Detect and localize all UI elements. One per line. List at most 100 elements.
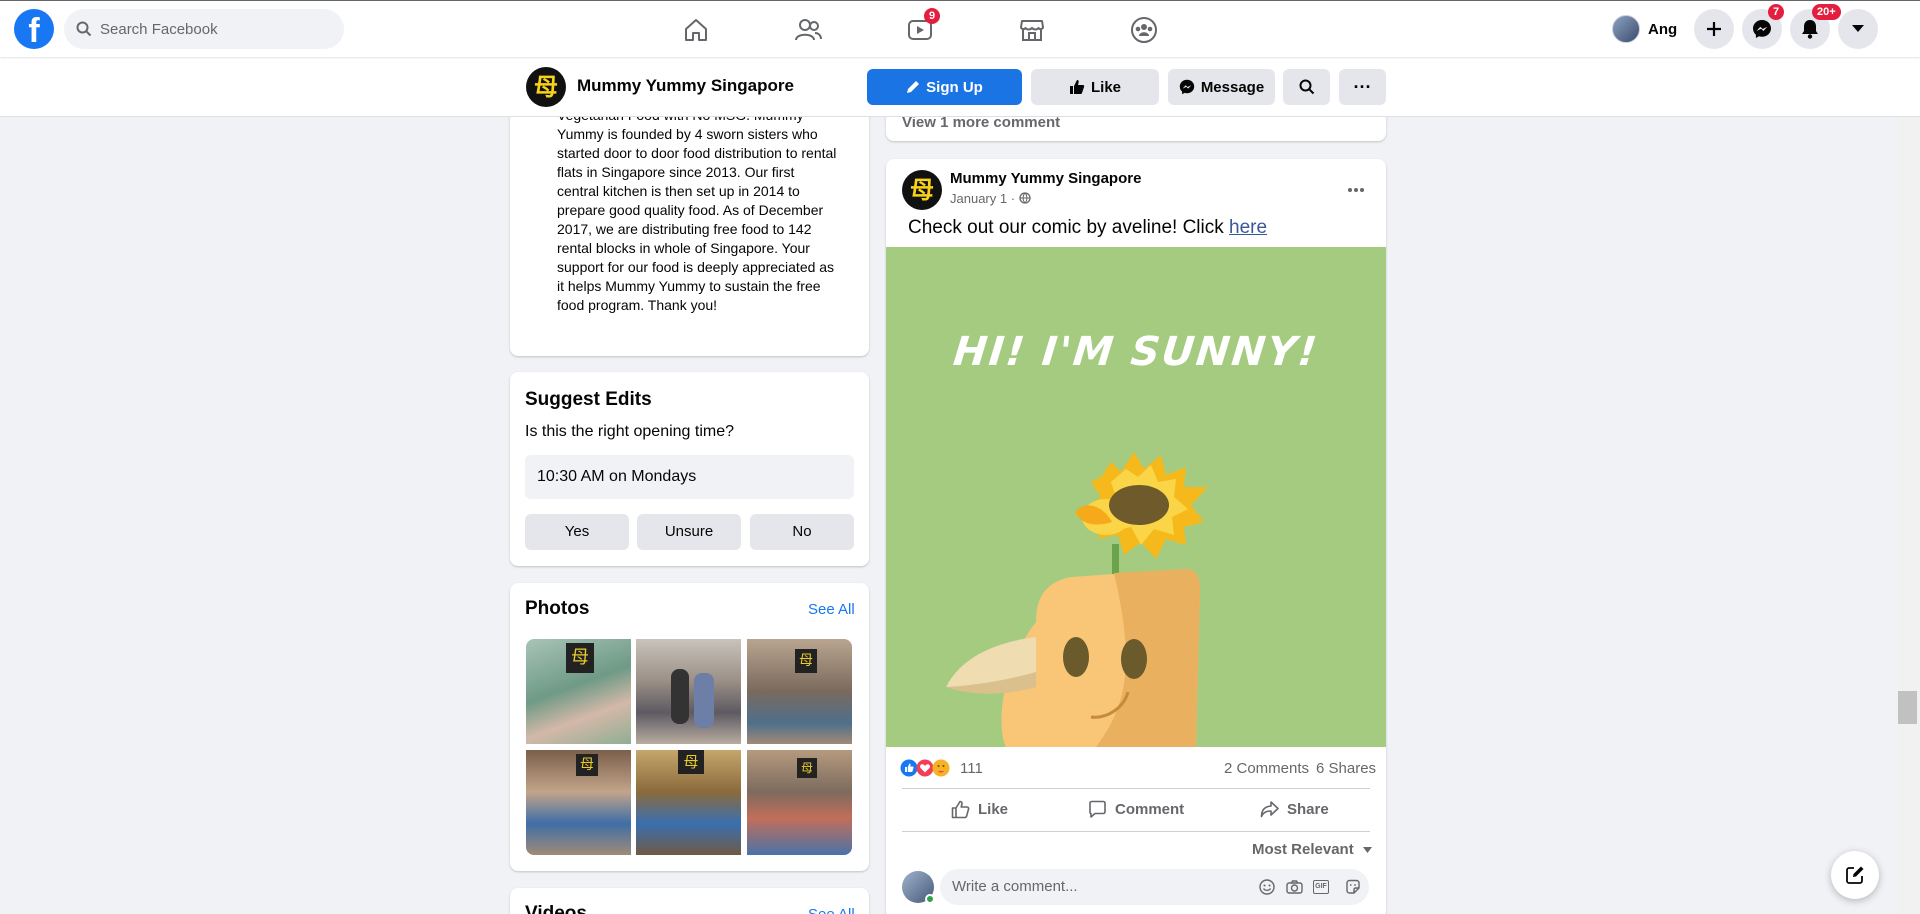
more-horizontal-icon (1348, 188, 1364, 192)
messenger-badge: 7 (1768, 4, 1785, 20)
message-button[interactable]: Message (1168, 69, 1275, 105)
comments-count[interactable]: 2 Comments (1224, 760, 1309, 777)
camera-icon[interactable] (1286, 879, 1303, 895)
opening-time-value: 10:30 AM on Mondays (525, 455, 854, 499)
reaction-count: 111 (960, 759, 983, 777)
avatar (1612, 15, 1640, 43)
message-label: Message (1200, 78, 1265, 96)
shares-count[interactable]: 6 Shares (1316, 760, 1376, 777)
caret-down-icon (1362, 847, 1372, 853)
comment-icon (1089, 800, 1106, 818)
post-comment-button[interactable]: Comment (1088, 800, 1184, 819)
photos-title: Photos (525, 598, 590, 619)
main-nav: 9 (640, 1, 1200, 58)
nav-friends[interactable] (752, 1, 864, 58)
top-navigation-bar: f Search Facebook 9 Ang 7 20+ (0, 0, 1920, 57)
person-shape (671, 669, 689, 724)
suggest-edits-title: Suggest Edits (525, 389, 652, 410)
page-search-button[interactable] (1283, 69, 1330, 105)
nav-groups[interactable] (1088, 1, 1200, 58)
write-comment-placeholder: Write a comment... (952, 878, 1078, 895)
write-comment-input[interactable]: Write a comment... (940, 869, 1369, 905)
search-icon (76, 21, 92, 37)
photo-thumbnail[interactable]: 母 (747, 750, 852, 855)
post-like-label: Like (978, 801, 1009, 818)
divider (902, 831, 1370, 832)
thumbs-up-outline-icon (951, 800, 970, 819)
sign-up-button[interactable]: Sign Up (867, 69, 1022, 105)
page-more-button[interactable]: ··· (1339, 69, 1386, 105)
post-options-button[interactable] (1338, 172, 1374, 208)
comment-sort-dropdown[interactable]: Most Relevant (1252, 841, 1373, 858)
photo-thumbnail[interactable]: 母 (526, 639, 631, 744)
post-comment-label: Comment (1115, 801, 1185, 818)
watch-badge: 9 (924, 8, 941, 24)
care-reaction-icon (932, 759, 950, 777)
page-header-bar: 母 Mummy Yummy Singapore Sign Up Like Mes… (0, 57, 1920, 117)
reactions-summary[interactable]: 111 (900, 759, 983, 777)
sign-up-label: Sign Up (926, 78, 983, 96)
page-logo[interactable]: 母 (526, 67, 566, 107)
unsure-button[interactable]: Unsure (637, 514, 741, 550)
page-logo-char: 母 (534, 72, 558, 101)
logo-overlay: 母 (576, 754, 598, 776)
profile-shortcut[interactable]: Ang (1612, 15, 1677, 43)
post-share-button[interactable]: Share (1260, 800, 1329, 819)
logo-overlay: 母 (795, 649, 817, 673)
post-like-button[interactable]: Like (951, 800, 1008, 819)
post-author-avatar[interactable]: 母 (902, 170, 942, 210)
post-date[interactable]: January 1 · (950, 191, 1031, 206)
person-shape (694, 673, 714, 728)
nav-watch[interactable]: 9 (864, 1, 976, 58)
more-dots-icon: ··· (1353, 76, 1372, 97)
yes-button[interactable]: Yes (525, 514, 629, 550)
compose-icon (1846, 866, 1864, 884)
page-name[interactable]: Mummy Yummy Singapore (577, 76, 794, 96)
logo-overlay: 母 (797, 758, 817, 778)
emoji-icon[interactable] (1259, 879, 1275, 895)
comment-sort-label: Most Relevant (1252, 841, 1354, 858)
notifications-badge: 20+ (1812, 4, 1841, 20)
messenger-button[interactable]: 7 (1742, 4, 1785, 49)
account-menu-button[interactable] (1838, 9, 1878, 49)
facebook-logo-letter: f (28, 12, 40, 49)
like-page-button[interactable]: Like (1031, 69, 1159, 105)
nav-marketplace[interactable] (976, 1, 1088, 58)
home-icon (685, 18, 707, 41)
caret-down-icon (1852, 25, 1864, 32)
messenger-icon (1753, 20, 1771, 38)
search-placeholder: Search Facebook (100, 20, 218, 38)
search-icon (1299, 79, 1314, 95)
create-button[interactable] (1694, 9, 1734, 49)
photo-thumbnail[interactable] (636, 639, 741, 744)
photo-thumbnail[interactable]: 母 (636, 750, 741, 855)
thumbs-up-icon (1069, 80, 1085, 94)
no-button[interactable]: No (750, 514, 854, 550)
post-image[interactable]: HI! I'M SUNNY! (886, 247, 1386, 747)
scrollbar-track[interactable] (1898, 0, 1920, 914)
scrollbar-thumb[interactable] (1898, 691, 1917, 724)
new-message-button[interactable] (1831, 851, 1879, 899)
post-author-avatar-char: 母 (910, 175, 934, 204)
videos-see-all-link[interactable]: See All (808, 906, 855, 914)
post-text-body: Check out our comic by aveline! Click (908, 217, 1230, 238)
share-icon (1260, 801, 1279, 818)
photo-thumbnail[interactable]: 母 (526, 750, 631, 855)
globe-icon (1019, 192, 1031, 204)
here-link[interactable]: here (1229, 217, 1267, 238)
facebook-logo[interactable]: f (14, 9, 54, 49)
pencil-icon (907, 81, 920, 93)
post-date-text: January 1 · (950, 191, 1016, 206)
search-facebook-input[interactable]: Search Facebook (64, 9, 344, 49)
nav-home[interactable] (640, 1, 752, 58)
videos-title: Videos (525, 903, 587, 914)
sticker-icon[interactable] (1345, 879, 1361, 895)
about-description: Vegetarian Food with No MSG. Mummy Yummy… (557, 107, 837, 313)
photo-thumbnail[interactable]: 母 (747, 639, 852, 744)
notifications-button[interactable]: 20+ (1790, 4, 1841, 49)
groups-icon (1131, 16, 1157, 43)
photos-see-all-link[interactable]: See All (808, 601, 855, 618)
bell-icon (1802, 20, 1818, 39)
gif-button[interactable]: GIF (1313, 880, 1329, 894)
post-author-name[interactable]: Mummy Yummy Singapore (950, 170, 1141, 187)
